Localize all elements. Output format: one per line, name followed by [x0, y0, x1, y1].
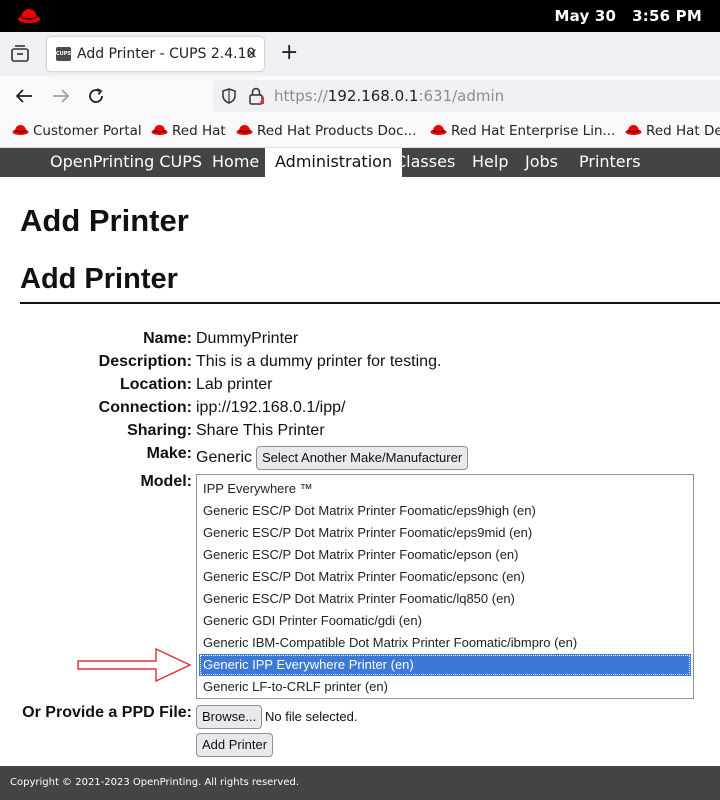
bookmark-red-hat-developer[interactable]: Red Hat De: [625, 123, 720, 139]
cups-navigation: OpenPrinting CUPS Home Administration Cl…: [0, 148, 720, 177]
file-status: No file selected.: [265, 709, 358, 724]
nav-administration[interactable]: Administration: [265, 148, 403, 177]
url-bar[interactable]: https://192.168.0.1:631/admin: [213, 80, 720, 112]
bookmark-label: Customer Portal: [33, 123, 142, 139]
cups-favicon-icon: CUPS: [56, 47, 71, 61]
bookmark-red-hat-enterprise-linux[interactable]: Red Hat Enterprise Lin...: [430, 123, 615, 139]
heading-divider: [20, 302, 720, 304]
bookmark-red-hat[interactable]: Red Hat: [151, 123, 226, 139]
model-label: Model:: [140, 473, 192, 490]
nav-printers[interactable]: Printers: [569, 148, 651, 177]
url-host: 192.168.0.1: [327, 87, 419, 105]
description-label: Description:: [98, 353, 192, 370]
redhat-bookmark-icon: [12, 125, 29, 135]
redhat-logo-icon[interactable]: [17, 7, 41, 25]
nav-classes[interactable]: Classes: [385, 148, 465, 177]
sharing-label: Sharing:: [127, 422, 192, 439]
nav-jobs[interactable]: Jobs: [515, 148, 568, 177]
copyright-text: Copyright © 2021-2023 OpenPrinting. All …: [10, 777, 300, 788]
bookmark-red-hat-products-doc[interactable]: Red Hat Products Doc...: [236, 123, 416, 139]
tab-list-icon[interactable]: [10, 45, 30, 63]
forward-arrow-icon[interactable]: [51, 88, 71, 104]
model-option[interactable]: Generic ESC/P Dot Matrix Printer Foomati…: [199, 500, 691, 522]
sharing-value: Share This Printer: [196, 422, 325, 439]
bookmark-label: Red Hat Enterprise Lin...: [451, 123, 616, 139]
tab-strip: CUPS Add Printer - CUPS 2.4.10 × +: [0, 32, 720, 76]
new-tab-icon[interactable]: +: [280, 40, 298, 65]
bookmark-label: Red Hat Products Doc...: [257, 123, 417, 139]
tab-title: Add Printer - CUPS 2.4.10: [77, 46, 256, 62]
annotation-arrow-icon: [77, 647, 192, 683]
system-top-bar: May 30 3:56 PM: [0, 0, 720, 32]
bookmark-label: Red Hat De: [646, 123, 720, 139]
clock[interactable]: May 30 3:56 PM: [538, 7, 702, 25]
nav-openprinting-cups[interactable]: OpenPrinting CUPS: [40, 148, 212, 177]
make-label: Make:: [146, 445, 192, 462]
lock-warning-icon[interactable]: [248, 87, 264, 105]
bookmark-customer-portal[interactable]: Customer Portal: [12, 123, 142, 139]
date: May 30: [554, 7, 617, 25]
add-printer-button[interactable]: Add Printer: [196, 733, 274, 757]
connection-value: ipp://192.168.0.1/ipp/: [196, 399, 346, 416]
model-option[interactable]: Generic ESC/P Dot Matrix Printer Foomati…: [199, 522, 691, 544]
model-option[interactable]: Generic ESC/P Dot Matrix Printer Foomati…: [199, 566, 691, 588]
model-option-selected[interactable]: Generic IPP Everywhere Printer (en): [199, 654, 691, 676]
model-option[interactable]: Generic ESC/P Dot Matrix Printer Foomati…: [199, 544, 691, 566]
model-option[interactable]: Generic IBM-Compatible Dot Matrix Printe…: [199, 632, 691, 654]
connection-label: Connection:: [98, 399, 192, 416]
redhat-bookmark-icon: [151, 125, 168, 135]
redhat-bookmark-icon: [625, 125, 642, 135]
description-value: This is a dummy printer for testing.: [196, 353, 442, 370]
model-option[interactable]: Generic ESC/P Dot Matrix Printer Foomati…: [199, 588, 691, 610]
ppd-file-label: Or Provide a PPD File:: [22, 704, 192, 721]
bookmarks-toolbar: Customer Portal Red Hat Red Hat Products…: [0, 116, 720, 148]
reload-icon[interactable]: [87, 87, 105, 105]
make-value: Generic: [196, 449, 253, 466]
url-text[interactable]: https://192.168.0.1:631/admin: [274, 87, 504, 105]
nav-help[interactable]: Help: [462, 148, 518, 177]
time: 3:56 PM: [632, 7, 702, 25]
model-listbox[interactable]: IPP Everywhere ™ Generic ESC/P Dot Matri…: [196, 474, 694, 699]
url-path: :631/admin: [418, 87, 505, 105]
section-title: Add Printer: [20, 263, 178, 295]
model-option[interactable]: Generic LF-to-CRLF printer (en): [199, 676, 691, 698]
redhat-bookmark-icon: [236, 125, 253, 135]
location-label: Location:: [120, 376, 192, 393]
page-title: Add Printer: [20, 203, 189, 238]
back-arrow-icon[interactable]: [14, 88, 34, 104]
navigation-bar: https://192.168.0.1:631/admin: [0, 76, 720, 116]
bookmark-label: Red Hat: [172, 123, 226, 139]
url-scheme: https://: [274, 87, 328, 105]
nav-home[interactable]: Home: [202, 148, 269, 177]
model-option[interactable]: IPP Everywhere ™: [199, 478, 691, 500]
redhat-bookmark-icon: [430, 125, 447, 135]
location-value: Lab printer: [196, 376, 273, 393]
shield-icon[interactable]: [221, 88, 237, 104]
name-value: DummyPrinter: [196, 330, 299, 347]
footer: Copyright © 2021-2023 OpenPrinting. All …: [0, 766, 720, 800]
model-option[interactable]: Generic GDI Printer Foomatic/gdi (en): [199, 610, 691, 632]
browse-button[interactable]: Browse...: [196, 705, 263, 729]
name-label: Name:: [143, 330, 192, 347]
tab-close-icon[interactable]: ×: [245, 44, 258, 62]
select-another-make-button[interactable]: Select Another Make/Manufacturer: [256, 446, 469, 470]
browser-tab[interactable]: CUPS Add Printer - CUPS 2.4.10 ×: [47, 37, 264, 71]
